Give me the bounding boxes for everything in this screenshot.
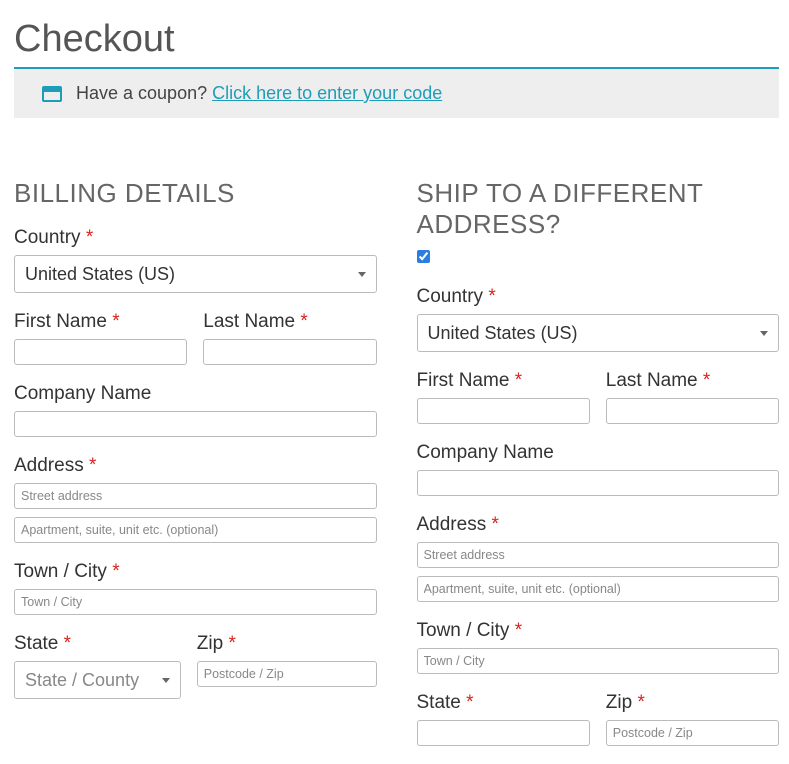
chevron-down-icon bbox=[358, 272, 366, 277]
required-mark: * bbox=[637, 692, 644, 713]
billing-heading: BILLING DETAILS bbox=[14, 178, 377, 209]
coupon-icon bbox=[42, 86, 62, 102]
ship-different-checkbox[interactable] bbox=[417, 250, 430, 263]
shipping-last-name-label: Last Name * bbox=[606, 370, 779, 392]
billing-country-label: Country * bbox=[14, 227, 377, 249]
required-mark: * bbox=[515, 620, 522, 641]
shipping-country-label: Country * bbox=[417, 286, 780, 308]
billing-company-label: Company Name bbox=[14, 383, 377, 405]
shipping-company-input[interactable] bbox=[417, 470, 780, 496]
required-mark: * bbox=[112, 311, 119, 332]
required-mark: * bbox=[112, 561, 119, 582]
shipping-heading: SHIP TO A DIFFERENT ADDRESS? bbox=[417, 178, 780, 240]
required-mark: * bbox=[300, 311, 307, 332]
shipping-state-label: State * bbox=[417, 692, 590, 714]
shipping-zip-label: Zip * bbox=[606, 692, 779, 714]
billing-address2-input[interactable] bbox=[14, 517, 377, 543]
billing-address1-input[interactable] bbox=[14, 483, 377, 509]
billing-last-name-label: Last Name * bbox=[203, 311, 376, 333]
shipping-company-label: Company Name bbox=[417, 442, 780, 464]
page-title: Checkout bbox=[14, 18, 779, 61]
shipping-town-input[interactable] bbox=[417, 648, 780, 674]
shipping-first-name-input[interactable] bbox=[417, 398, 590, 424]
coupon-link[interactable]: Click here to enter your code bbox=[212, 83, 442, 103]
shipping-town-label: Town / City * bbox=[417, 620, 780, 642]
required-mark: * bbox=[703, 370, 710, 391]
coupon-text: Have a coupon? Click here to enter your … bbox=[76, 83, 442, 104]
chevron-down-icon bbox=[760, 331, 768, 336]
billing-zip-label: Zip * bbox=[197, 633, 377, 655]
required-mark: * bbox=[466, 692, 473, 713]
shipping-zip-input[interactable] bbox=[606, 720, 779, 746]
required-mark: * bbox=[64, 633, 71, 654]
required-mark: * bbox=[86, 227, 93, 248]
billing-state-label: State * bbox=[14, 633, 181, 655]
coupon-prompt: Have a coupon? bbox=[76, 83, 212, 103]
shipping-country-select[interactable]: United States (US) bbox=[417, 314, 780, 352]
billing-first-name-input[interactable] bbox=[14, 339, 187, 365]
required-mark: * bbox=[228, 633, 235, 654]
billing-state-placeholder: State / County bbox=[25, 670, 139, 691]
shipping-address2-input[interactable] bbox=[417, 576, 780, 602]
billing-country-value: United States (US) bbox=[25, 264, 175, 285]
billing-zip-input[interactable] bbox=[197, 661, 377, 687]
billing-state-select[interactable]: State / County bbox=[14, 661, 181, 699]
shipping-column: SHIP TO A DIFFERENT ADDRESS? Country * U… bbox=[417, 178, 780, 764]
shipping-last-name-input[interactable] bbox=[606, 398, 779, 424]
billing-last-name-input[interactable] bbox=[203, 339, 376, 365]
required-mark: * bbox=[491, 514, 498, 535]
coupon-notice: Have a coupon? Click here to enter your … bbox=[14, 67, 779, 118]
billing-address-label: Address * bbox=[14, 455, 377, 477]
shipping-address-label: Address * bbox=[417, 514, 780, 536]
required-mark: * bbox=[89, 455, 96, 476]
required-mark: * bbox=[515, 370, 522, 391]
billing-town-input[interactable] bbox=[14, 589, 377, 615]
shipping-state-input[interactable] bbox=[417, 720, 590, 746]
shipping-country-value: United States (US) bbox=[428, 323, 578, 344]
billing-country-select[interactable]: United States (US) bbox=[14, 255, 377, 293]
shipping-address1-input[interactable] bbox=[417, 542, 780, 568]
billing-town-label: Town / City * bbox=[14, 561, 377, 583]
shipping-first-name-label: First Name * bbox=[417, 370, 590, 392]
chevron-down-icon bbox=[162, 678, 170, 683]
required-mark: * bbox=[488, 286, 495, 307]
billing-company-input[interactable] bbox=[14, 411, 377, 437]
billing-first-name-label: First Name * bbox=[14, 311, 187, 333]
billing-column: BILLING DETAILS Country * United States … bbox=[14, 178, 377, 764]
